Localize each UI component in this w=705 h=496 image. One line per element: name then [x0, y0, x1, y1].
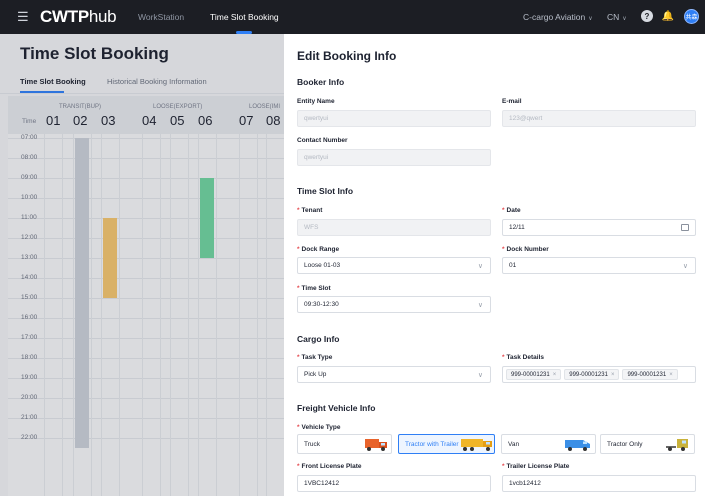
- task-type-select[interactable]: Pick Up ∨: [297, 366, 491, 383]
- front-license-plate-value: 1VBC12412: [304, 480, 340, 487]
- date-label: * Date: [502, 207, 521, 214]
- section-freight-vehicle-info: Freight Vehicle Info: [297, 403, 376, 413]
- dock-number-select[interactable]: 01 ∨: [502, 257, 696, 274]
- front-license-plate-label: * Front License Plate: [297, 463, 362, 470]
- tenant-field[interactable]: WFS: [297, 219, 491, 236]
- tractor-trailer-icon: [461, 439, 492, 451]
- nav-time-slot-booking[interactable]: Time Slot Booking: [210, 12, 279, 22]
- company-name: C-cargo Aviation: [523, 12, 586, 22]
- task-detail-tag[interactable]: 999-00001231 ×: [622, 369, 678, 380]
- vehicle-type-label: * Vehicle Type: [297, 424, 341, 431]
- contact-number-value: qwertyui: [304, 154, 329, 161]
- menu-icon[interactable]: ☰: [17, 9, 29, 25]
- email-value: 123@qwert: [509, 115, 543, 122]
- trailer-license-plate-value: 1vcb12412: [509, 480, 541, 487]
- date-value: 12/11: [509, 224, 525, 231]
- task-details-select[interactable]: 999-00001231 × 999-00001231 × 999-00001231…: [502, 366, 696, 383]
- truck-icon: [365, 439, 387, 451]
- email-label: E-mail: [502, 98, 522, 105]
- date-picker[interactable]: 12/11: [502, 219, 696, 236]
- contact-number-label: Contact Number: [297, 137, 348, 144]
- bell-icon[interactable]: 🔔: [662, 10, 674, 22]
- vehicle-option-label: Tractor Only: [607, 440, 643, 448]
- dock-range-label: * Dock Range: [297, 246, 340, 253]
- logo-wtp: WTP: [51, 7, 89, 26]
- language-selector[interactable]: CN ∨: [607, 12, 627, 22]
- entity-name-value: qwertyui: [304, 115, 329, 122]
- company-selector[interactable]: C-cargo Aviation ∨: [523, 12, 593, 22]
- vehicle-option-truck[interactable]: Truck: [297, 434, 392, 454]
- tenant-label: * Tenant: [297, 207, 323, 214]
- time-slot-value: 09:30-12:30: [304, 301, 339, 308]
- logo-c: C: [40, 7, 52, 26]
- app-logo[interactable]: CWTPhub: [40, 7, 117, 27]
- vehicle-option-label: Truck: [304, 440, 321, 448]
- vehicle-option-label: Van: [508, 440, 520, 448]
- tenant-value: WFS: [304, 224, 319, 231]
- trailer-license-plate-field[interactable]: 1vcb12412: [502, 475, 696, 492]
- language-value: CN: [607, 12, 620, 22]
- time-slot-label: * Time Slot: [297, 285, 331, 292]
- chevron-down-icon: ∨: [622, 16, 627, 22]
- chevron-down-icon: ∨: [477, 302, 483, 309]
- section-booker-info: Booker Info: [297, 77, 345, 87]
- help-icon[interactable]: ?: [641, 10, 653, 22]
- vehicle-option-tractor-only[interactable]: Tractor Only: [600, 434, 695, 454]
- vehicle-option-label: Tractor with Trailer: [405, 440, 459, 448]
- front-license-plate-field[interactable]: 1VBC12412: [297, 475, 491, 492]
- panel-title: Edit Booking Info: [297, 49, 397, 63]
- dock-range-value: Loose 01-03: [304, 262, 341, 269]
- trailer-license-plate-label: * Trailer License Plate: [502, 463, 570, 470]
- section-time-slot-info: Time Slot Info: [297, 186, 354, 196]
- entity-name-field[interactable]: qwertyui: [297, 110, 491, 127]
- close-icon[interactable]: ×: [611, 372, 615, 378]
- tractor-icon: [666, 439, 688, 451]
- dock-range-select[interactable]: Loose 01-03 ∨: [297, 257, 491, 274]
- section-cargo-info: Cargo Info: [297, 334, 340, 344]
- task-details-label: * Task Details: [502, 354, 544, 361]
- close-icon[interactable]: ×: [553, 372, 557, 378]
- modal-backdrop[interactable]: [0, 34, 284, 496]
- task-detail-tag[interactable]: 999-00001231 ×: [506, 369, 562, 380]
- avatar[interactable]: 共森: [684, 9, 699, 24]
- task-type-value: Pick Up: [304, 371, 327, 378]
- task-type-label: * Task Type: [297, 354, 333, 361]
- time-slot-select[interactable]: 09:30-12:30 ∨: [297, 296, 491, 313]
- chevron-down-icon: ∨: [477, 263, 483, 270]
- close-icon[interactable]: ×: [669, 372, 673, 378]
- dock-number-value: 01: [509, 262, 517, 269]
- entity-name-label: Entity Name: [297, 98, 335, 105]
- logo-hub: hub: [88, 7, 117, 26]
- van-icon: [565, 440, 590, 451]
- top-navigation-bar: ☰ CWTPhub WorkStation Time Slot Booking …: [0, 0, 705, 34]
- nav-workstation[interactable]: WorkStation: [138, 12, 184, 22]
- vehicle-option-van[interactable]: Van: [501, 434, 596, 454]
- edit-booking-panel: Edit Booking Info Booker Info Entity Nam…: [284, 34, 705, 496]
- vehicle-option-tractor-with-trailer[interactable]: Tractor with Trailer: [398, 434, 495, 454]
- chevron-down-icon: ∨: [477, 372, 483, 379]
- contact-number-field[interactable]: qwertyui: [297, 149, 491, 166]
- chevron-down-icon: ∨: [588, 16, 593, 22]
- chevron-down-icon: ∨: [682, 263, 688, 270]
- email-field[interactable]: 123@qwert: [502, 110, 696, 127]
- calendar-icon: [681, 224, 689, 231]
- task-detail-tag[interactable]: 999-00001231 ×: [564, 369, 620, 380]
- dock-number-label: * Dock Number: [502, 246, 549, 253]
